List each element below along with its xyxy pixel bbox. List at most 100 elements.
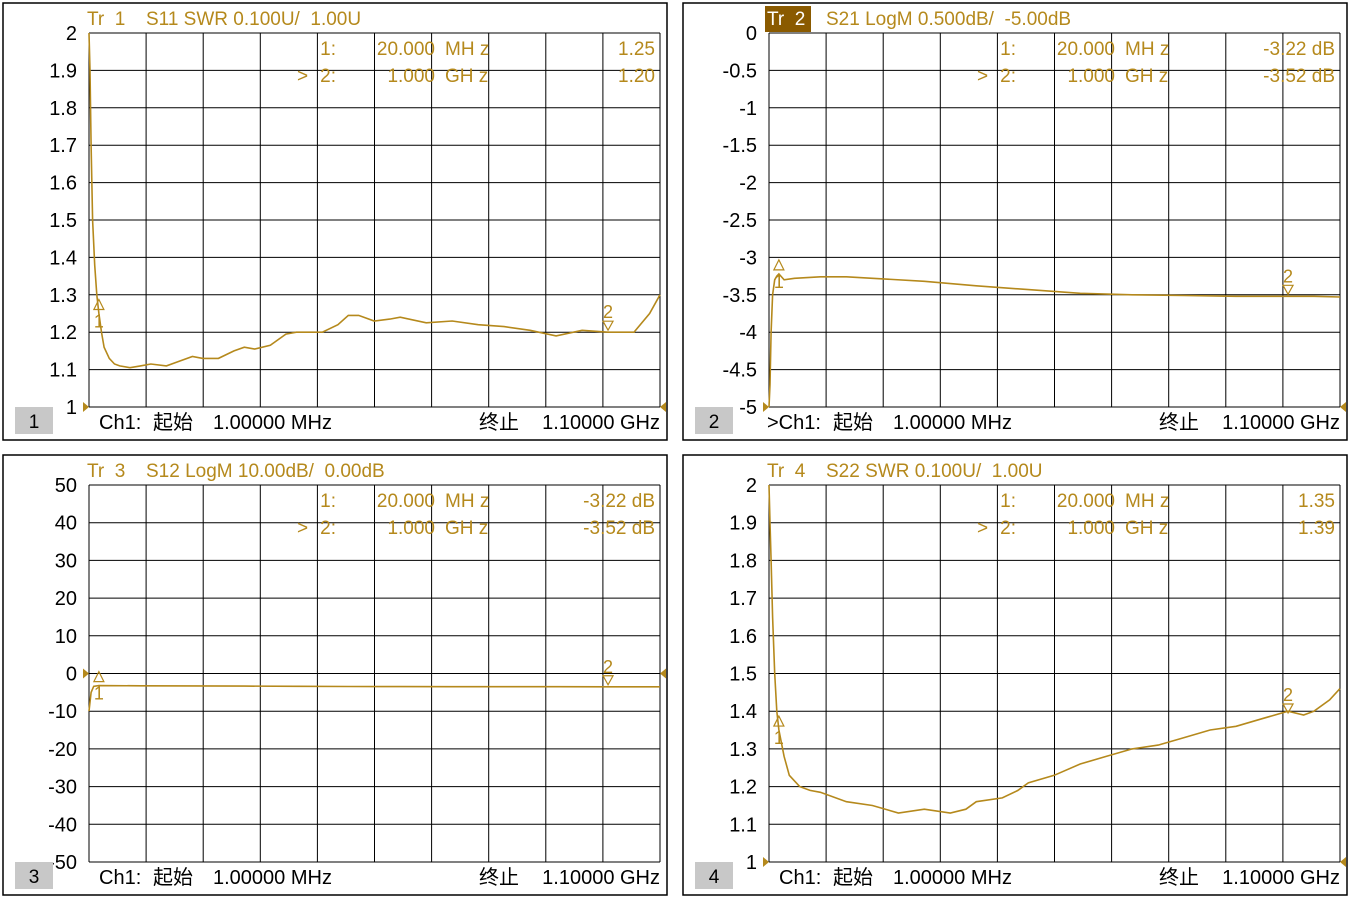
channel-number: 4 — [709, 867, 720, 888]
marker-2-unit: GH z — [445, 518, 488, 539]
trace-panel-4[interactable]: 2 1.9 1.8 1.7 1.6 1.5 1.4 1.3 1.2 1.1 1 1 2 1: 20.000 M… — [682, 454, 1348, 896]
channel-label: >Ch1: — [767, 412, 821, 434]
y-tick-label: 40 — [55, 513, 77, 535]
channel-number: 2 — [709, 412, 720, 433]
y-tick-label: -3.5 — [723, 285, 757, 307]
y-tick-label: -4.5 — [723, 360, 757, 382]
marker-2-frequency: 1.000 — [387, 518, 435, 539]
y-tick-label: 10 — [55, 626, 77, 648]
y-tick-label: 1.3 — [49, 285, 77, 307]
start-label: 起始 — [833, 866, 873, 889]
marker-1-number: 1 — [774, 272, 784, 292]
channel-label: Ch1: — [779, 867, 821, 889]
marker-2-value: 1.39 — [1298, 518, 1335, 539]
trace-panel-2[interactable]: 0 -0.5 -1 -1.5 -2 -2.5 -3 -3.5 -4 -4.5 -5 1 2 1: 20.00… — [682, 2, 1348, 441]
marker-2-unit: GH z — [1125, 518, 1168, 539]
trace-measurement-format: S12 LogM 10.00dB/ 0.00dB — [146, 461, 385, 482]
trace-panel-1[interactable]: 2 1.9 1.8 1.7 1.6 1.5 1.4 1.3 1.2 1.1 1 1 2 1: 20.000 M… — [2, 2, 668, 441]
y-tick-label: 1.6 — [729, 626, 757, 648]
marker-2-value: -3.52 dB — [1263, 66, 1335, 87]
marker-1-index: 1: — [1000, 491, 1016, 512]
trace-measurement-format: S21 LogM 0.500dB/ -5.00dB — [826, 9, 1071, 30]
marker-1-frequency: 20.000 — [377, 491, 435, 512]
y-tick-label: -10 — [48, 701, 77, 723]
marker-2-number: 2 — [1283, 685, 1293, 705]
y-tick-label: 1 — [66, 397, 77, 419]
y-tick-label: -30 — [48, 777, 77, 799]
y-tick-label: 0 — [66, 664, 77, 686]
y-tick-label: -2 — [739, 173, 757, 195]
y-tick-label: 1.1 — [729, 814, 757, 836]
marker-2-index: 2: — [1000, 518, 1016, 539]
start-label: 起始 — [833, 411, 873, 434]
marker-1-frequency: 20.000 — [1057, 39, 1115, 60]
y-tick-label: 1.7 — [729, 588, 757, 610]
marker-2-index: 2: — [1000, 66, 1016, 87]
marker-2-frequency: 1.000 — [1067, 66, 1115, 87]
y-tick-label: 1.9 — [49, 60, 77, 82]
y-tick-label: 30 — [55, 550, 77, 572]
marker-1-value: 1.25 — [618, 39, 655, 60]
marker-1-index: 1: — [320, 491, 336, 512]
marker-1-index: 1: — [320, 39, 336, 60]
marker-2-unit: GH z — [1125, 66, 1168, 87]
marker-2-number: 2 — [1283, 266, 1293, 286]
y-tick-label: 1.5 — [49, 210, 77, 232]
y-tick-label: 1.4 — [729, 701, 757, 723]
y-tick-label: -40 — [48, 814, 77, 836]
marker-2-number: 2 — [603, 302, 613, 322]
start-frequency-value: 1.00000 MHz — [213, 867, 332, 889]
y-tick-label: 2 — [746, 475, 757, 497]
marker-2-active-indicator: > — [297, 66, 308, 87]
stop-frequency-value: 1.10000 GHz — [1222, 867, 1340, 889]
stop-frequency-value: 1.10000 GHz — [542, 412, 660, 434]
y-tick-label: 1.2 — [49, 322, 77, 344]
trace-panel-3[interactable]: 50403020100-10-20-30-40-50121: 20.000 MH z… — [2, 454, 668, 896]
start-label: 起始 — [153, 866, 193, 889]
marker-2-value: -3.52 dB — [583, 518, 655, 539]
trace-measurement-format: S11 SWR 0.100U/ 1.00U — [146, 9, 361, 30]
marker-1-value: -3.22 dB — [1263, 39, 1335, 60]
start-frequency-value: 1.00000 MHz — [893, 867, 1012, 889]
marker-1-value: -3.22 dB — [583, 491, 655, 512]
marker-2-active-indicator: > — [977, 518, 988, 539]
marker-1-frequency: 20.000 — [377, 39, 435, 60]
marker-1-index: 1: — [1000, 39, 1016, 60]
stop-label: 终止 — [1159, 411, 1199, 434]
channel-number: 3 — [29, 867, 40, 888]
y-tick-label: -1.5 — [723, 135, 757, 157]
marker-2-frequency: 1.000 — [1067, 518, 1115, 539]
trace-label: Tr 3 — [87, 461, 125, 482]
y-tick-label: -0.5 — [723, 60, 757, 82]
trace-label: Tr 1 — [87, 9, 125, 30]
stop-label: 终止 — [479, 866, 519, 889]
stop-label: 终止 — [479, 411, 519, 434]
y-tick-label: -20 — [48, 739, 77, 761]
marker-1-value: 1.35 — [1298, 491, 1335, 512]
y-tick-label: 1.4 — [49, 247, 77, 269]
vna-four-panel-display: 2 1.9 1.8 1.7 1.6 1.5 1.4 1.3 1.2 1.1 1 1 2 1: 20.000 M… — [0, 0, 1353, 906]
y-tick-label: 1.5 — [729, 664, 757, 686]
channel-label: Ch1: — [99, 867, 141, 889]
marker-2-index: 2: — [320, 518, 336, 539]
y-tick-label: -4 — [739, 322, 757, 344]
start-frequency-value: 1.00000 MHz — [893, 412, 1012, 434]
y-tick-label: -3 — [739, 247, 757, 269]
marker-1-frequency: 20.000 — [1057, 491, 1115, 512]
y-tick-label: 2 — [66, 23, 77, 45]
start-label: 起始 — [153, 411, 193, 434]
y-tick-label: -5 — [739, 397, 757, 419]
y-tick-label: 1.8 — [729, 550, 757, 572]
y-tick-label: 1 — [746, 852, 757, 874]
marker-1-number: 1 — [94, 312, 104, 332]
marker-2-value: 1.20 — [618, 66, 655, 87]
marker-1-number: 1 — [774, 728, 784, 748]
trace-label: Tr 4 — [767, 461, 806, 482]
channel-number: 1 — [29, 412, 40, 433]
start-frequency-value: 1.00000 MHz — [213, 412, 332, 434]
marker-1-unit: MH z — [445, 39, 489, 60]
marker-2-unit: GH z — [445, 66, 488, 87]
stop-label: 终止 — [1159, 866, 1199, 889]
marker-2-active-indicator: > — [977, 66, 988, 87]
marker-1-unit: MH z — [1125, 39, 1169, 60]
